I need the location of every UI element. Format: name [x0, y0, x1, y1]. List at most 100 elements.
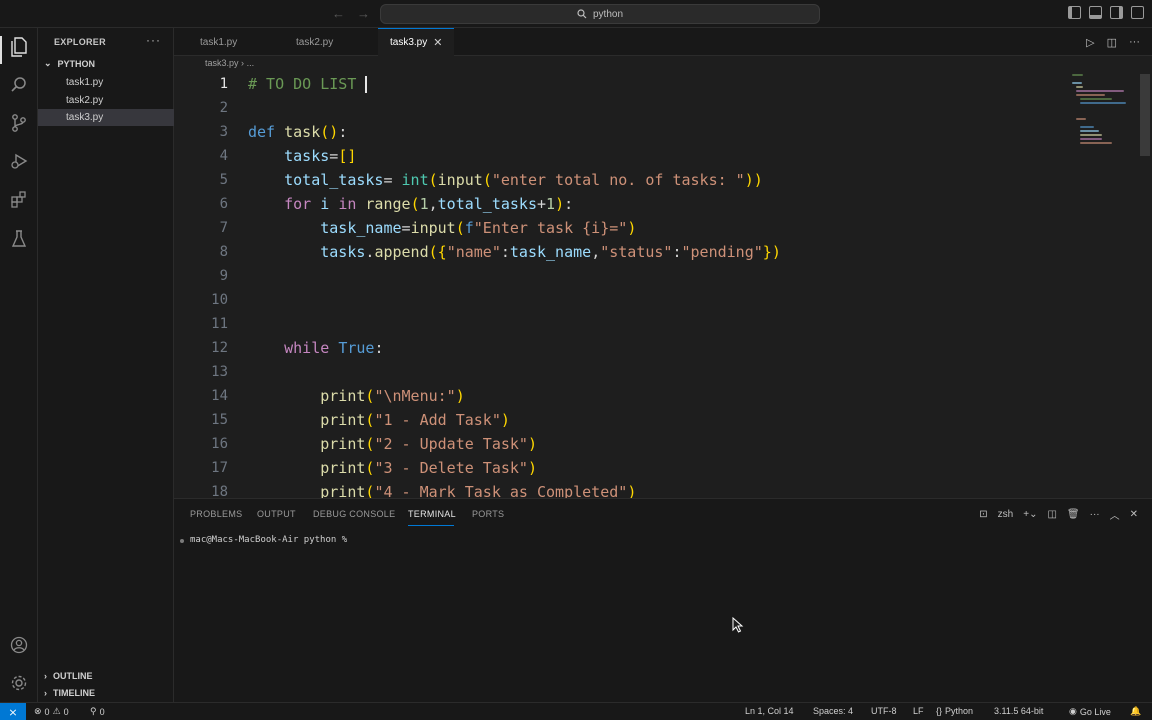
minimap-line [1080, 142, 1112, 144]
tab-output[interactable]: OUTPUT [257, 509, 296, 519]
file-task2[interactable]: task2.py [38, 92, 174, 109]
code-line[interactable]: 16 print("2 - Update Task") [174, 432, 1074, 456]
command-center-search[interactable]: python [380, 4, 820, 24]
more-actions-icon[interactable]: ··· [146, 33, 161, 47]
toggle-secondary-sidebar-icon[interactable] [1110, 6, 1123, 19]
encoding[interactable]: UTF-8 [871, 706, 897, 716]
editor-scrollbar[interactable] [1140, 74, 1150, 156]
file-task1[interactable]: task1.py [38, 74, 174, 91]
code-line[interactable]: 17 print("3 - Delete Task") [174, 456, 1074, 480]
line-number: 12 [211, 340, 228, 356]
go-live-button[interactable]: ◉ Go Live [1069, 706, 1111, 717]
new-terminal-icon[interactable]: +⌄ [1023, 509, 1037, 520]
chevron-down-icon: ⌄ [44, 58, 52, 68]
split-editor-icon[interactable]: ◫ [1107, 36, 1117, 49]
breadcrumb-symbol[interactable]: ... [247, 58, 255, 68]
code-line[interactable]: 2 [174, 96, 1074, 120]
language-mode[interactable]: {} Python [936, 706, 973, 716]
ports-icon: ⚲ [90, 706, 97, 716]
file-label: task3.py [66, 112, 104, 123]
code-line[interactable]: 15 print("1 - Add Task") [174, 408, 1074, 432]
forward-arrow-icon[interactable]: → [357, 6, 370, 21]
minimap-line [1080, 126, 1095, 128]
tab-ports[interactable]: PORTS [472, 509, 504, 519]
split-terminal-icon[interactable]: ◫ [1047, 509, 1056, 520]
terminal-prompt[interactable]: mac@Macs-MacBook-Air python % [190, 535, 347, 545]
command-decoration-icon [180, 539, 184, 543]
line-code: tasks=[] [284, 147, 357, 165]
accounts-icon[interactable] [8, 634, 30, 656]
tab-task1[interactable]: task1.py [188, 28, 249, 56]
explorer-icon[interactable] [8, 36, 30, 58]
close-panel-icon[interactable]: ✕ [1130, 509, 1138, 520]
cursor-position[interactable]: Ln 1, Col 14 [745, 706, 794, 716]
line-number: 9 [219, 268, 228, 284]
file-task3[interactable]: task3.py [38, 109, 174, 126]
end-of-line[interactable]: LF [913, 706, 924, 716]
tab-terminal[interactable]: TERMINAL [408, 509, 456, 519]
folder-python[interactable]: ⌄ PYTHON [44, 58, 95, 69]
python-interpreter[interactable]: 3.11.5 64-bit [994, 706, 1043, 716]
tab-task3[interactable]: task3.py ✕ [378, 28, 455, 56]
code-line[interactable]: 1 # TO DO LIST [174, 72, 1074, 96]
folder-label: PYTHON [57, 58, 96, 69]
problems-status[interactable]: ⊗ 0 ⚠ 0 [34, 706, 69, 717]
testing-flask-icon[interactable] [8, 228, 30, 250]
code-line[interactable]: 3 def task(): [174, 120, 1074, 144]
run-python-icon[interactable]: ▷ [1086, 36, 1094, 49]
code-line[interactable]: 8 tasks.append({"name":task_name,"status… [174, 240, 1074, 264]
more-actions-icon[interactable]: ··· [1129, 36, 1140, 49]
back-arrow-icon[interactable]: ← [332, 6, 345, 21]
source-control-icon[interactable] [8, 112, 30, 134]
toggle-panel-icon[interactable] [1089, 6, 1102, 19]
notifications-bell-icon[interactable]: 🔔 [1130, 706, 1141, 717]
remote-indicator-icon[interactable]: ⨯ [0, 703, 26, 720]
terminal-shell-icon: ⊡ [979, 509, 988, 520]
timeline-label: TIMELINE [53, 688, 95, 698]
breadcrumb-file[interactable]: task3.py [205, 58, 239, 68]
chevron-right-icon: › [44, 688, 47, 698]
minimap[interactable] [1072, 74, 1132, 194]
more-actions-icon[interactable]: ··· [1090, 509, 1100, 520]
tab-task2[interactable]: task2.py [284, 28, 345, 56]
code-line[interactable]: 18 print("4 - Mark Task as Completed") [174, 480, 1074, 498]
code-line[interactable]: 14 print("\nMenu:") [174, 384, 1074, 408]
line-code: while True: [284, 339, 384, 357]
shell-label[interactable]: zsh [998, 509, 1014, 520]
code-line[interactable]: 7 task_name=input(f"Enter task {i}=") [174, 216, 1074, 240]
editor-actions: ▷ ◫ ··· [1086, 36, 1140, 49]
go-live-label: Go Live [1079, 706, 1111, 717]
bottom-panel: PROBLEMS OUTPUT DEBUG CONSOLE TERMINAL P… [174, 498, 1152, 702]
outline-section[interactable]: › OUTLINE [44, 671, 93, 681]
code-line[interactable]: 9 [174, 264, 1074, 288]
minimap-line [1080, 130, 1099, 132]
maximize-panel-icon[interactable]: ︿ [1110, 507, 1120, 522]
activity-bar [0, 28, 38, 702]
tab-label: task3.py [390, 37, 428, 48]
search-icon[interactable] [8, 74, 30, 96]
code-line[interactable]: 12 while True: [174, 336, 1074, 360]
code-line[interactable]: 10 [174, 288, 1074, 312]
code-line[interactable]: 5 total_tasks= int(input("enter total no… [174, 168, 1074, 192]
code-editor[interactable]: 1 # TO DO LIST 2 3 def task(): 4 tasks=[] 5 t… [174, 72, 1152, 498]
explorer-title: EXPLORER [54, 37, 106, 47]
tab-debug-console[interactable]: DEBUG CONSOLE [313, 509, 395, 519]
manage-gear-icon[interactable] [8, 672, 30, 694]
ports-status[interactable]: ⚲ 0 [90, 706, 105, 717]
tab-problems[interactable]: PROBLEMS [190, 509, 242, 519]
minimap-line [1072, 74, 1083, 76]
customize-layout-icon[interactable] [1131, 6, 1144, 19]
code-line[interactable]: 6 for i in range(1,total_tasks+1): [174, 192, 1074, 216]
code-line[interactable]: 13 [174, 360, 1074, 384]
timeline-section[interactable]: › TIMELINE [44, 688, 95, 698]
extensions-icon[interactable] [8, 188, 30, 210]
close-icon[interactable]: ✕ [433, 36, 442, 49]
code-line[interactable]: 4 tasks=[] [174, 144, 1074, 168]
run-debug-icon[interactable] [8, 150, 30, 172]
toggle-sidebar-icon[interactable] [1068, 6, 1081, 19]
indentation[interactable]: Spaces: 4 [813, 706, 853, 716]
editor-tab-bar: task1.py task2.py task3.py ✕ ▷ ◫ ··· [174, 28, 1152, 56]
trash-icon[interactable]: 🗑 [1067, 509, 1080, 520]
code-line[interactable]: 11 [174, 312, 1074, 336]
layout-controls [1068, 6, 1144, 19]
